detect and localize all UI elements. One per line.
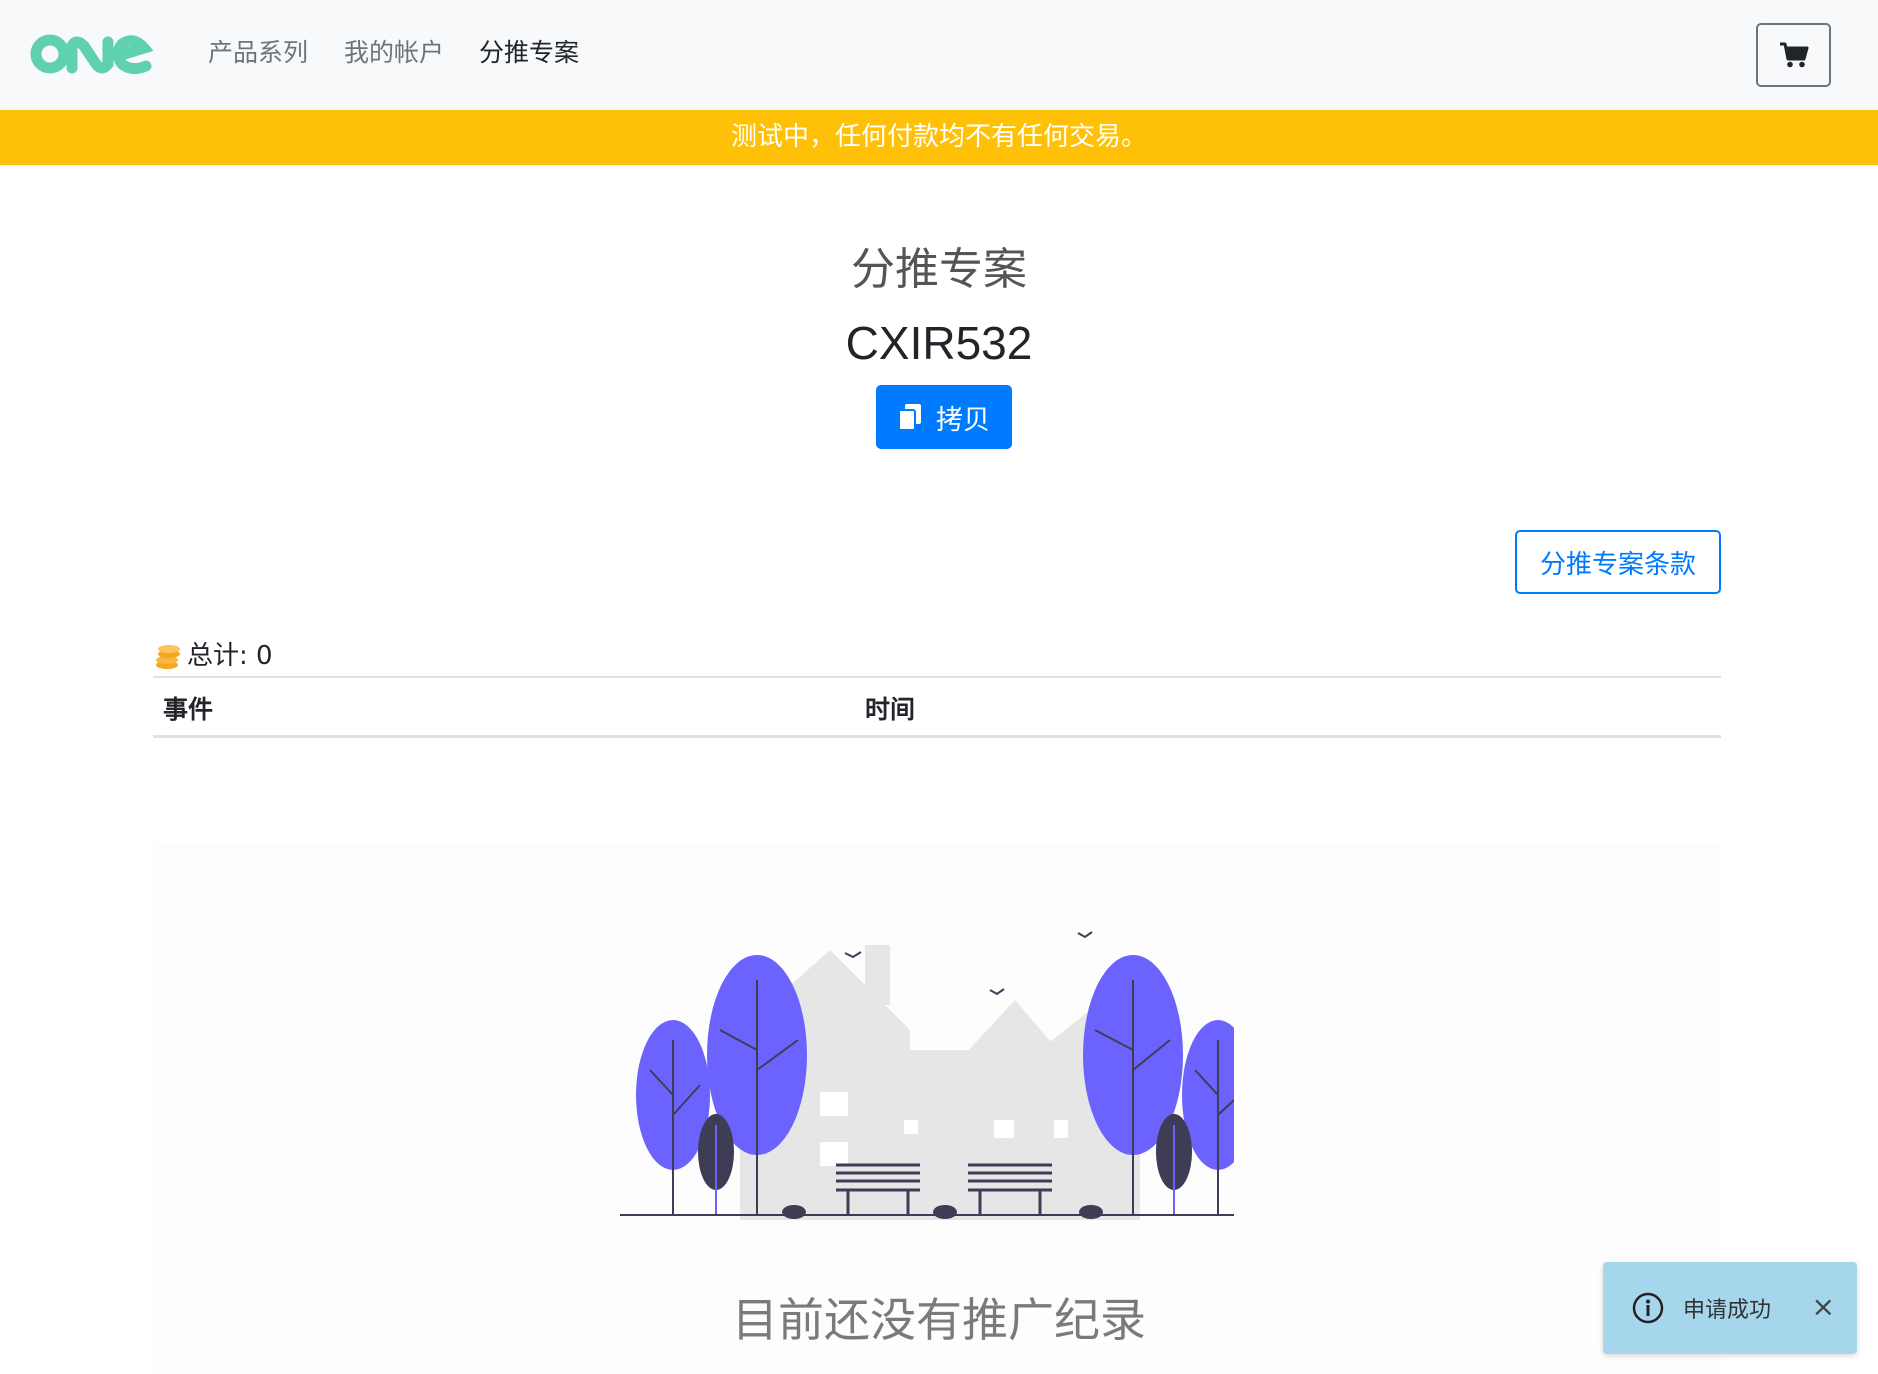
events-table: 事件 时间 [153, 676, 1721, 738]
copy-button[interactable]: 拷贝 [876, 385, 1012, 449]
copy-icon [898, 404, 921, 431]
brand-logo[interactable] [30, 24, 155, 84]
empty-park-illustration [620, 931, 1234, 1220]
column-header-time: 时间 [865, 695, 916, 724]
page-title: 分推专案 [851, 244, 1027, 295]
close-icon[interactable]: × [1812, 1290, 1835, 1323]
table-header-row: 事件 时间 [153, 676, 1721, 738]
nav-my-account[interactable]: 我的帐户 [344, 35, 444, 71]
column-header-event: 事件 [163, 695, 214, 724]
total-summary: 总计: 0 [153, 638, 273, 674]
terms-button[interactable]: 分推专案条款 [1515, 530, 1721, 594]
referral-code: CXIR532 [845, 317, 1033, 369]
cart-button[interactable] [1756, 23, 1831, 87]
copy-button-label: 拷贝 [936, 404, 990, 436]
empty-state-message: 目前还没有推广纪录 [732, 1293, 1146, 1347]
total-label: 总计: 0 [187, 641, 273, 671]
navbar: 产品系列 我的帐户 分推专案 [0, 0, 1878, 110]
success-toast: 申请成功 × [1603, 1262, 1857, 1354]
test-mode-banner: 测试中，任何付款均不有任何交易。 [0, 110, 1878, 165]
nav-referral[interactable]: 分推专案 [479, 35, 579, 71]
nav-products[interactable]: 产品系列 [208, 35, 308, 71]
info-icon [1632, 1292, 1664, 1324]
toast-message: 申请成功 [1683, 1298, 1772, 1323]
coins-icon [156, 645, 180, 669]
cart-icon [1779, 42, 1808, 68]
